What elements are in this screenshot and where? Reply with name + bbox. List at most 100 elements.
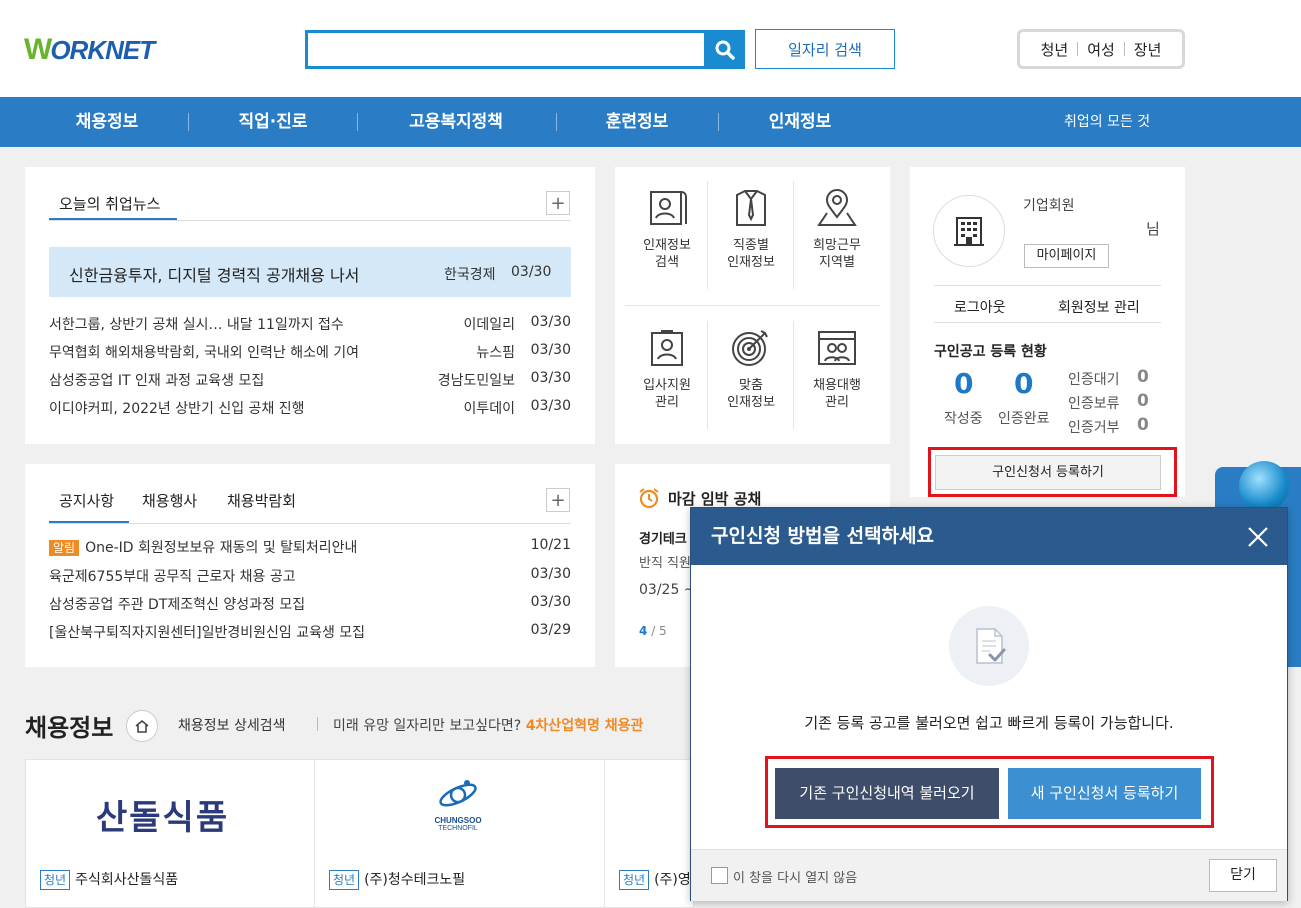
deadline-company[interactable]: 경기테크 — [639, 528, 687, 547]
notice-panel: 공지사항 채용행사 채용박람회 + 알림 One-ID 회원정보보유 재동의 및 … — [25, 464, 595, 667]
deadline-title: 마감 임박 공채 — [668, 490, 762, 508]
news-item[interactable]: 무역협회 해외채용박람회, 국내외 인력난 해소에 기여 뉴스핌 03/30 — [49, 342, 571, 370]
mypage-button[interactable]: 마이페이지 — [1024, 244, 1109, 268]
building-icon — [954, 217, 984, 246]
job-card[interactable]: CHUNGSOO TECHNOFIL 청년 (주)청수테크노필 — [314, 759, 605, 908]
wait-count: 0 — [1137, 367, 1149, 387]
dont-show-label[interactable]: 이 창을 다시 열지 않음 — [733, 867, 857, 886]
search-input[interactable] — [308, 33, 703, 66]
home-button[interactable] — [126, 710, 158, 742]
id-card-icon — [651, 330, 683, 366]
detail-search-link[interactable]: 채용정보 상세검색 — [178, 715, 286, 735]
avatar — [933, 195, 1005, 267]
news-date: 03/30 — [530, 370, 571, 386]
divider — [49, 523, 571, 524]
alert-badge: 알림 — [49, 540, 80, 556]
logo-w: W — [24, 33, 52, 66]
plus-icon: + — [550, 192, 566, 214]
notice-item[interactable]: 알림 One-ID 회원정보보유 재동의 및 탈퇴처리안내 10/21 — [49, 537, 571, 559]
more-news-button[interactable]: + — [546, 191, 570, 215]
divider — [1123, 42, 1125, 56]
page-total: / 5 — [651, 624, 667, 638]
news-date: 03/30 — [530, 398, 571, 414]
browser-people-icon — [818, 331, 856, 365]
quick-menu-label: 인재정보 — [727, 255, 775, 270]
notice-date: 03/30 — [530, 566, 571, 582]
deadline-pager: 4 / 5 — [639, 624, 667, 638]
company-logo: 산돌식품 — [96, 798, 230, 838]
nav-item-training[interactable]: 훈련정보 — [582, 97, 692, 147]
nav-all-about-jobs[interactable]: 취업의 모든 것 — [1064, 97, 1150, 147]
search-icon — [715, 40, 735, 60]
divider — [317, 717, 318, 731]
map-pin-icon — [817, 189, 857, 226]
nav-item-talent[interactable]: 인재정보 — [745, 97, 855, 147]
quick-menu-label: 지역별 — [819, 255, 855, 270]
promo-highlight-link[interactable]: 4차산업혁명 채용관 — [526, 718, 644, 734]
news-date: 03/30 — [530, 314, 571, 330]
quick-menu-label: 직종별 — [733, 238, 769, 253]
tab-today-news[interactable]: 오늘의 취업뉴스 — [59, 193, 160, 214]
news-source: 이데일리 — [463, 317, 515, 333]
divider — [934, 285, 1161, 286]
logout-link[interactable]: 로그아웃 — [954, 297, 1006, 317]
news-title: 이디야커피, 2022년 상반기 신입 공채 진행 — [49, 401, 305, 417]
quick-menu-label: 관리 — [655, 395, 679, 410]
tab-job-fair[interactable]: 채용박람회 — [227, 490, 296, 511]
target-icon — [732, 330, 768, 366]
nav-item-welfare-policy[interactable]: 고용복지정책 — [386, 97, 526, 147]
job-card[interactable]: 산돌식품 청년 주식회사산돌식품 — [25, 759, 315, 908]
promo-text: 미래 유망 일자리만 보고싶다면? 4차산업혁명 채용관 — [333, 715, 643, 735]
modal-title: 구인신청 방법을 선택하세요 — [711, 525, 934, 547]
news-item[interactable]: 삼성중공업 IT 인재 과정 교육생 모집 경남도민일보 03/30 — [49, 370, 571, 398]
more-notice-button[interactable]: + — [546, 488, 570, 512]
notice-item[interactable]: [울산북구퇴직자지원센터]일반경비원신임 교육생 모집 03/29 — [49, 622, 571, 644]
featured-news[interactable]: 신한금융투자, 디지털 경력직 공개채용 나서 한국경제 03/30 — [49, 247, 571, 297]
dont-show-checkbox[interactable] — [711, 867, 728, 884]
tab-youth[interactable]: 청년 — [1041, 39, 1069, 60]
nav-divider — [718, 113, 719, 131]
featured-news-date: 03/30 — [511, 264, 552, 280]
main-nav: 채용정보 직업·진로 고용복지정책 훈련정보 인재정보 취업의 모든 것 — [0, 97, 1301, 147]
nav-item-recruit-info[interactable]: 채용정보 — [52, 97, 162, 147]
nav-item-career[interactable]: 직업·진로 — [214, 97, 332, 147]
quick-talent-by-region[interactable]: 희망근무 지역별 — [794, 189, 880, 271]
job-search-button[interactable]: 일자리 검색 — [755, 29, 895, 69]
writing-count: 0 — [954, 367, 974, 400]
tab-senior[interactable]: 장년 — [1134, 39, 1162, 60]
search-button[interactable] — [704, 30, 745, 69]
worknet-logo[interactable]: W ORKNET — [24, 30, 155, 70]
logo-text: ORKNET — [50, 34, 155, 65]
news-item[interactable]: 서한그룹, 상반기 공채 실시… 내달 11일까지 접수 이데일리 03/30 — [49, 314, 571, 342]
member-suffix: 님 — [1146, 220, 1160, 238]
page-current: 4 — [639, 624, 648, 638]
writing-label: 작성중 — [944, 411, 983, 427]
wait-label: 인증대기 — [1068, 372, 1120, 388]
nav-divider — [188, 113, 189, 131]
tab-notice[interactable]: 공지사항 — [59, 490, 114, 511]
company-name: (주)영 — [654, 872, 691, 888]
company-logo: CHUNGSOO TECHNOFIL — [428, 778, 488, 832]
notice-date: 03/30 — [530, 594, 571, 610]
news-item[interactable]: 이디야커피, 2022년 상반기 신입 공채 진행 이투데이 03/30 — [49, 398, 571, 426]
notice-item[interactable]: 육군제6755부대 공무직 근로자 채용 공고 03/30 — [49, 566, 571, 588]
tab-recruit-event[interactable]: 채용행사 — [142, 490, 197, 511]
notice-item[interactable]: 삼성중공업 주관 DT제조혁신 양성과정 모집 03/30 — [49, 594, 571, 616]
youth-badge: 청년 — [619, 870, 650, 890]
highlight-box — [765, 756, 1214, 828]
job-card[interactable]: 청년 (주)영 — [604, 759, 694, 908]
close-button[interactable]: 닫기 — [1209, 859, 1277, 892]
quick-recruit-agency[interactable]: 채용대행관리 — [794, 329, 880, 411]
member-info-link[interactable]: 회원정보 관리 — [1058, 297, 1140, 317]
quick-talent-by-job[interactable]: 직종별인재정보 — [708, 189, 794, 271]
quick-menu-label: 관리 — [825, 395, 849, 410]
news-date: 03/30 — [530, 342, 571, 358]
close-icon[interactable] — [1247, 526, 1269, 548]
quick-menu-label: 채용대행 — [813, 378, 861, 393]
company-line: 청년 (주)영 — [619, 869, 691, 890]
quick-talent-search[interactable]: 인재정보 검색 — [624, 189, 710, 271]
news-source: 뉴스핌 — [476, 345, 515, 361]
tab-women[interactable]: 여성 — [1087, 39, 1115, 60]
quick-application-manage[interactable]: 입사지원 관리 — [624, 329, 710, 411]
quick-custom-talent[interactable]: 맞춤 인재정보 — [708, 329, 794, 411]
